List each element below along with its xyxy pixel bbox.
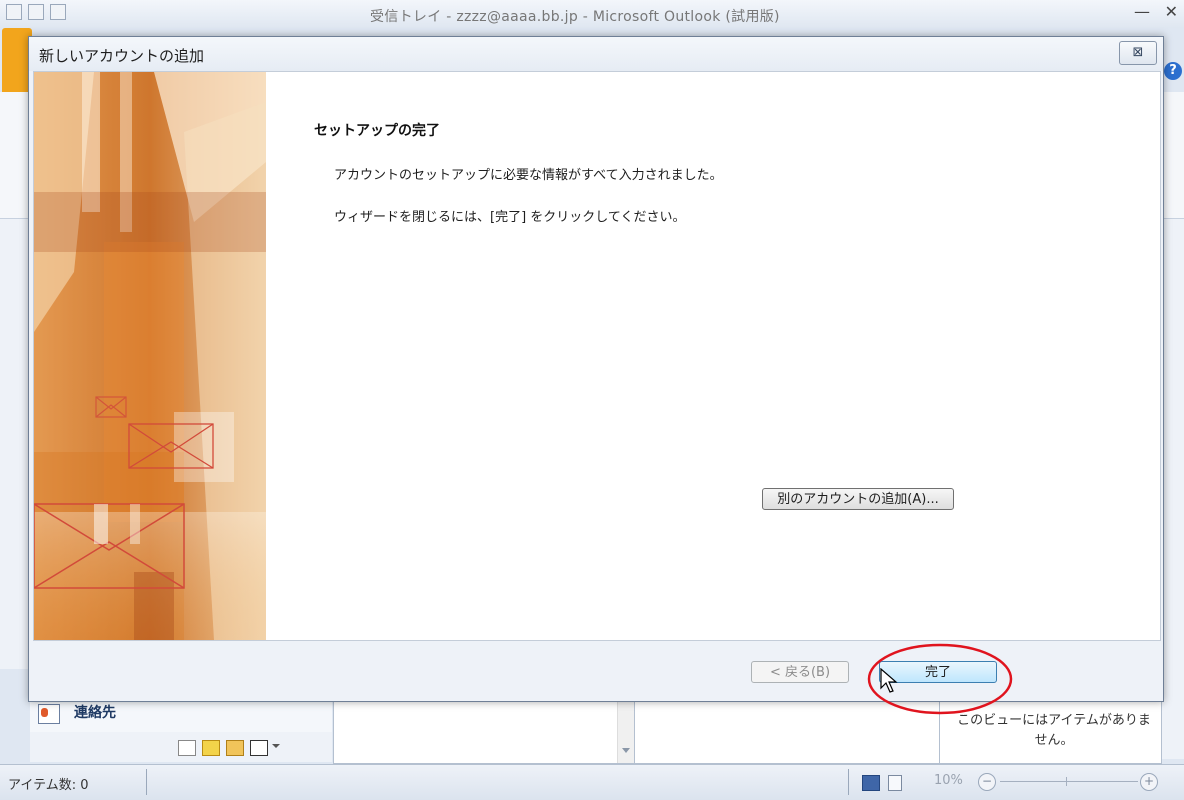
undo-icon[interactable] (50, 4, 66, 20)
nav-item-contacts-label: 連絡先 (74, 705, 116, 721)
dialog-titlebar: 新しいアカウントの追加 ⊠ (29, 37, 1163, 71)
navigation-pane (0, 219, 31, 669)
save-icon[interactable] (28, 4, 44, 20)
reading-pane (634, 700, 940, 764)
outlook-icon[interactable] (6, 4, 22, 20)
finish-instruction: ウィザードを閉じるには、[完了] をクリックしてください。 (334, 210, 686, 225)
dialog-title: 新しいアカウントの追加 (39, 47, 205, 65)
setup-complete-heading: セットアップの完了 (314, 123, 440, 139)
outlook-titlebar: 受信トレイ - zzzz@aaaa.bb.jp - Microsoft Outl… (0, 0, 1184, 28)
configure-buttons-icon[interactable] (272, 744, 280, 748)
quick-access-toolbar (6, 4, 86, 24)
item-count: アイテム数: 0 (8, 778, 89, 793)
outlook-close-button[interactable]: ✕ (1165, 2, 1178, 21)
notes-icon[interactable] (178, 740, 196, 756)
wizard-banner-graphic (34, 72, 266, 640)
nav-item-contacts[interactable]: 連絡先 (30, 700, 332, 733)
sticky-note-icon[interactable] (202, 740, 220, 756)
setup-complete-message: アカウントのセットアップに必要な情報がすべて入力されました。 (334, 168, 723, 183)
outlook-window-title: 受信トレイ - zzzz@aaaa.bb.jp - Microsoft Outl… (370, 9, 780, 25)
status-separator (848, 769, 849, 795)
folder-icon[interactable] (226, 740, 244, 756)
back-button[interactable]: < 戻る(B) (751, 661, 849, 683)
todo-bar: このビューにはアイテムがありません。 (939, 700, 1162, 764)
scrollbar[interactable] (617, 701, 634, 763)
zoom-slider[interactable] (1000, 781, 1138, 782)
shortcut-icon[interactable] (250, 740, 268, 756)
zoom-level: 10% (934, 773, 963, 788)
status-bar: アイテム数: 0 10% − + (0, 764, 1184, 800)
normal-view-icon[interactable] (862, 775, 880, 791)
zoom-slider-tick (1066, 777, 1067, 786)
close-button[interactable]: ⊠ (1119, 41, 1157, 65)
add-another-account-button[interactable]: 別のアカウントの追加(A)... (762, 488, 954, 510)
minimize-button[interactable]: — (1134, 2, 1150, 21)
status-separator (146, 769, 147, 795)
todo-empty-message: このビューにはアイテムがありません。 (957, 713, 1151, 748)
zoom-in-icon[interactable]: + (1140, 773, 1158, 791)
dialog-footer: < 戻る(B) 完了 (29, 641, 1163, 701)
dialog-content: セットアップの完了 アカウントのセットアップに必要な情報がすべて入力されました。… (33, 71, 1161, 641)
nav-shortcut-bar (30, 732, 332, 762)
scroll-down-icon[interactable] (622, 748, 630, 753)
mouse-cursor-icon (880, 668, 898, 693)
help-icon[interactable]: ? (1164, 62, 1182, 80)
folder-list (333, 700, 635, 764)
contacts-icon (38, 704, 60, 724)
zoom-out-icon[interactable]: − (978, 773, 996, 791)
add-account-dialog: 新しいアカウントの追加 ⊠ セットアップの完了 アカウントのセットアップに必要な… (28, 36, 1164, 702)
reading-view-icon[interactable] (888, 775, 902, 791)
close-icon: ⊠ (1132, 45, 1144, 60)
